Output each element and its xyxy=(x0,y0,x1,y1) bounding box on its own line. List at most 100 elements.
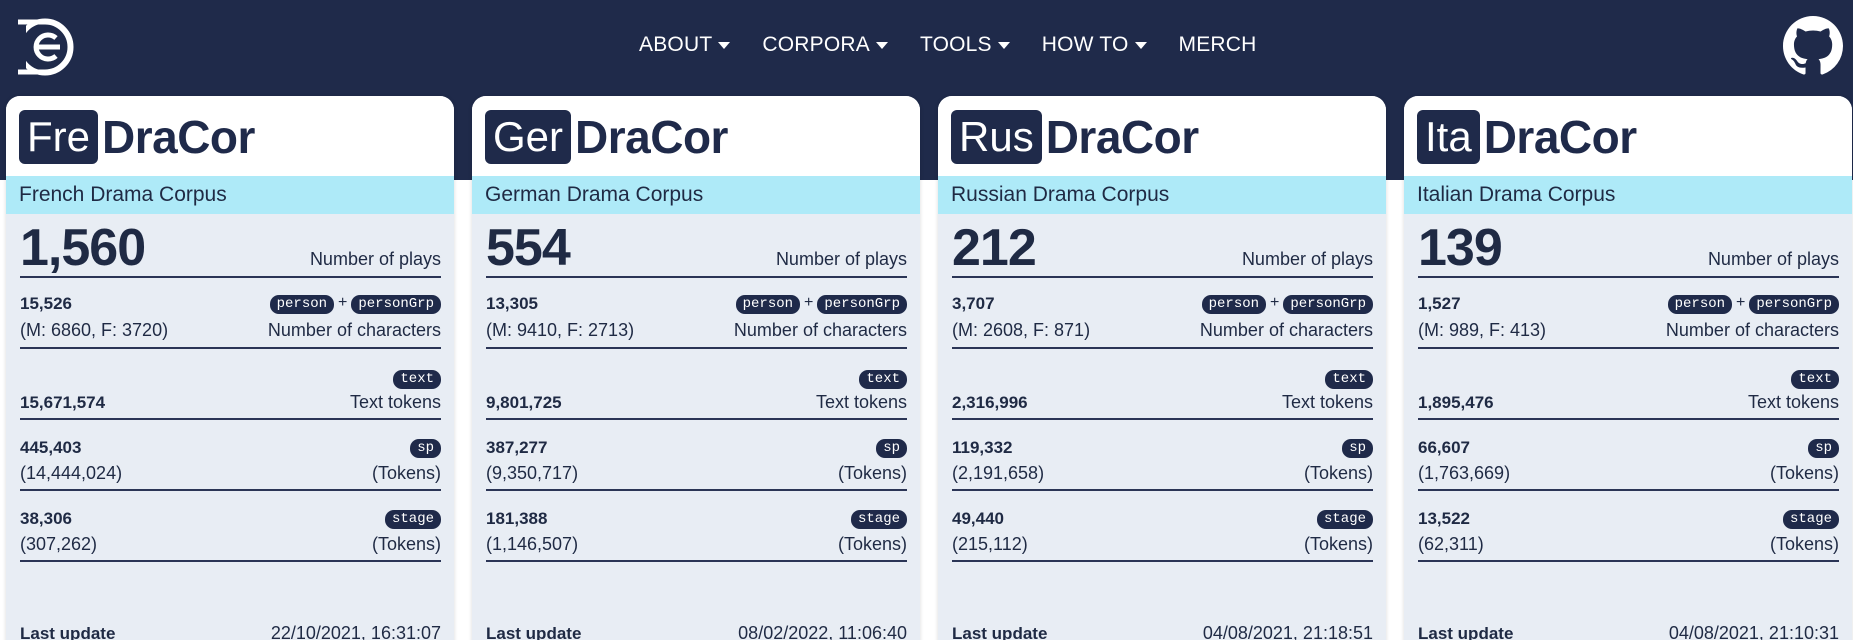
corpus-title: Italian Drama Corpus xyxy=(1404,176,1852,214)
last-update-row: Last update 04/08/2021, 21:10:31 xyxy=(1418,562,1839,640)
corpus-brand[interactable]: Ger DraCor xyxy=(485,110,728,164)
tag-person: person xyxy=(1667,295,1733,314)
plays-label: Number of plays xyxy=(775,249,907,269)
github-icon[interactable] xyxy=(1783,16,1843,76)
corpus-title: Russian Drama Corpus xyxy=(938,176,1386,214)
main-menu: ABOUT CORPORA TOOLS HOW TO MERCH xyxy=(639,30,1289,60)
tag-stage: stage xyxy=(384,510,441,529)
nav-how-to-label: HOW TO xyxy=(1041,33,1129,56)
plus-sign: + xyxy=(1270,294,1280,311)
corpus-stats: 554 Number of plays 13,305 person + person… xyxy=(472,214,920,640)
plays-row: 212 Number of plays xyxy=(952,214,1373,278)
nav-corpora-label: CORPORA xyxy=(762,33,870,56)
corpus-brand[interactable]: Ita DraCor xyxy=(1417,110,1637,164)
tag-sp: sp xyxy=(1342,439,1373,458)
tag-text: text xyxy=(859,370,907,389)
text-tokens-label: Text tokens xyxy=(1281,392,1373,412)
characters-row: 1,527 person + personGrp (M: 989, F: 413) … xyxy=(1418,278,1839,349)
tag-persongrp: personGrp xyxy=(1283,295,1373,314)
tag-persongrp: personGrp xyxy=(351,295,441,314)
stage-tag-wrap: stage xyxy=(1782,509,1839,529)
text-tag-wrap: text xyxy=(1791,369,1839,389)
corpus-code: Fre xyxy=(19,110,98,164)
character-tags: person + personGrp xyxy=(735,294,907,314)
tag-persongrp: personGrp xyxy=(1749,295,1839,314)
stage-tokens-label: (Tokens) xyxy=(1769,534,1839,554)
stage-count: 181,388 xyxy=(486,509,548,528)
sp-tag-wrap: sp xyxy=(876,438,907,458)
characters-count: 13,305 xyxy=(486,294,538,313)
text-tag-wrap: text xyxy=(1325,369,1373,389)
corpus-stats: 212 Number of plays 3,707 person + personG… xyxy=(938,214,1386,640)
character-tags: person + personGrp xyxy=(269,294,441,314)
stage-tag-wrap: stage xyxy=(1316,509,1373,529)
plus-sign: + xyxy=(338,294,348,311)
corpus-brand[interactable]: Fre DraCor xyxy=(19,110,255,164)
last-update-row: Last update 08/02/2022, 11:06:40 xyxy=(486,562,907,640)
stage-row: 49,440 stage (215,112) (Tokens) xyxy=(952,491,1373,562)
corpus-name: DraCor xyxy=(1045,111,1199,163)
characters-label: Number of characters xyxy=(1665,320,1839,340)
tag-sp: sp xyxy=(410,439,441,458)
nav-corpora[interactable]: CORPORA xyxy=(762,33,888,57)
chevron-down-icon xyxy=(875,41,888,49)
corpus-stats: 1,560 Number of plays 15,526 person + pers… xyxy=(6,214,454,640)
nav-about-label: ABOUT xyxy=(639,33,713,56)
chevron-down-icon xyxy=(1134,41,1147,49)
nav-tools-label: TOOLS xyxy=(919,33,992,56)
dracor-logo-icon[interactable] xyxy=(14,16,76,78)
stage-tokens-label: (Tokens) xyxy=(1303,534,1373,554)
sp-tag-wrap: sp xyxy=(410,438,441,458)
plays-count: 554 xyxy=(486,219,571,277)
sp-tokens-label: (Tokens) xyxy=(1769,463,1839,483)
characters-count: 15,526 xyxy=(20,294,72,313)
plays-label: Number of plays xyxy=(1241,249,1373,269)
characters-label: Number of characters xyxy=(733,320,907,340)
corpus-code: Ger xyxy=(485,110,572,164)
nav-merch[interactable]: MERCH xyxy=(1179,33,1257,57)
corpus-card-ger[interactable]: Ger DraCor German Drama Corpus 554 Numbe… xyxy=(472,96,920,640)
tag-person: person xyxy=(1201,295,1267,314)
corpus-brand[interactable]: Rus DraCor xyxy=(951,110,1199,164)
tag-text: text xyxy=(1325,370,1373,389)
corpus-cards: Fre DraCor French Drama Corpus 1,560 Num… xyxy=(6,96,1853,640)
gender-breakdown: (M: 6860, F: 3720) xyxy=(20,320,169,340)
corpus-card-fre[interactable]: Fre DraCor French Drama Corpus 1,560 Num… xyxy=(6,96,454,640)
last-update-value: 22/10/2021, 16:31:07 xyxy=(270,623,441,640)
sp-count: 445,403 xyxy=(20,438,82,457)
plus-sign: + xyxy=(804,294,814,311)
characters-count: 3,707 xyxy=(952,294,995,313)
stage-tokens: (215,112) xyxy=(952,534,1028,554)
stage-tag-wrap: stage xyxy=(384,509,441,529)
last-update-value: 04/08/2021, 21:10:31 xyxy=(1668,623,1839,640)
card-header: Fre DraCor xyxy=(6,96,454,176)
stage-tokens: (1,146,507) xyxy=(486,534,579,554)
stage-count: 38,306 xyxy=(20,509,72,528)
corpus-card-rus[interactable]: Rus DraCor Russian Drama Corpus 212 Numb… xyxy=(938,96,1386,640)
tag-stage: stage xyxy=(1316,510,1373,529)
corpus-card-ita[interactable]: Ita DraCor Italian Drama Corpus 139 Numb… xyxy=(1404,96,1852,640)
text-tag-wrap: text xyxy=(393,369,441,389)
stage-count: 13,522 xyxy=(1418,509,1470,528)
nav-how-to[interactable]: HOW TO xyxy=(1042,33,1147,57)
nav-about[interactable]: ABOUT xyxy=(639,33,731,57)
stage-row: 38,306 stage (307,262) (Tokens) xyxy=(20,491,441,562)
sp-count: 119,332 xyxy=(952,438,1013,457)
sp-row: 66,607 sp (1,763,669) (Tokens) xyxy=(1418,420,1839,491)
sp-row: 445,403 sp (14,444,024) (Tokens) xyxy=(20,420,441,491)
text-tokens-count: 1,895,476 xyxy=(1418,393,1494,412)
stage-tokens-label: (Tokens) xyxy=(837,534,907,554)
characters-label: Number of characters xyxy=(267,320,441,340)
sp-tokens: (9,350,717) xyxy=(486,463,579,483)
sp-row: 387,277 sp (9,350,717) (Tokens) xyxy=(486,420,907,491)
tag-person: person xyxy=(269,295,335,314)
text-tokens-row: text 9,801,725 Text tokens xyxy=(486,349,907,420)
chevron-down-icon xyxy=(997,41,1010,49)
last-update-value: 08/02/2022, 11:06:40 xyxy=(738,623,907,640)
nav-tools[interactable]: TOOLS xyxy=(920,33,1010,57)
gender-breakdown: (M: 989, F: 413) xyxy=(1418,320,1547,340)
text-tokens-row: text 15,671,574 Text tokens xyxy=(20,349,441,420)
corpus-name: DraCor xyxy=(1483,111,1637,163)
tag-sp: sp xyxy=(876,439,907,458)
plays-count: 212 xyxy=(952,219,1037,277)
